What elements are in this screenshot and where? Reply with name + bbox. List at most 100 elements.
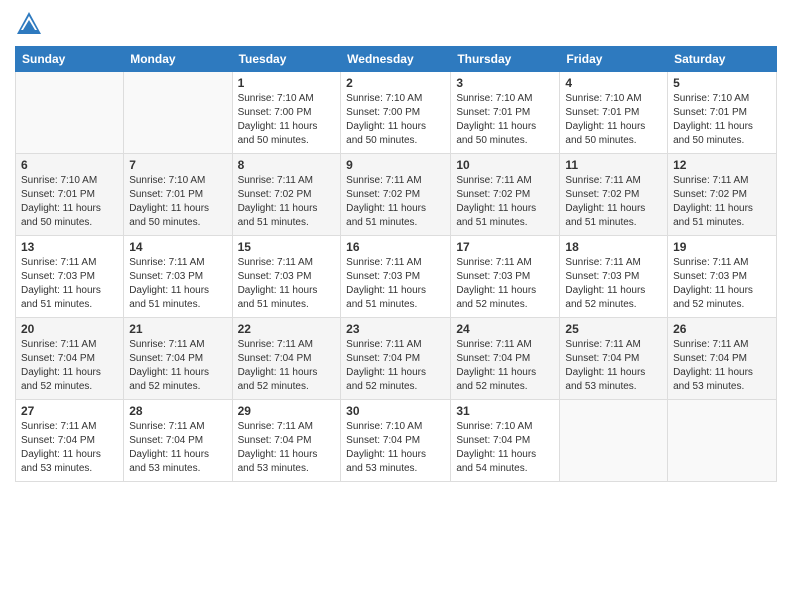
calendar-header-friday: Friday xyxy=(560,47,668,72)
day-info: Sunrise: 7:11 AMSunset: 7:02 PMDaylight:… xyxy=(673,174,771,230)
day-info: Sunrise: 7:10 AMSunset: 7:04 PMDaylight:… xyxy=(456,420,554,476)
day-number: 9 xyxy=(346,158,445,172)
calendar-cell: 2 Sunrise: 7:10 AMSunset: 7:00 PMDaylight… xyxy=(341,72,451,154)
day-number: 22 xyxy=(238,322,336,336)
day-number: 17 xyxy=(456,240,554,254)
calendar-week-row: 1 Sunrise: 7:10 AMSunset: 7:00 PMDaylight… xyxy=(16,72,777,154)
calendar-cell: 21 Sunrise: 7:11 AMSunset: 7:04 PMDayligh… xyxy=(124,318,232,400)
calendar-cell: 26 Sunrise: 7:11 AMSunset: 7:04 PMDayligh… xyxy=(668,318,777,400)
day-info: Sunrise: 7:10 AMSunset: 7:01 PMDaylight:… xyxy=(565,92,662,148)
day-info: Sunrise: 7:11 AMSunset: 7:04 PMDaylight:… xyxy=(673,338,771,394)
day-info: Sunrise: 7:11 AMSunset: 7:04 PMDaylight:… xyxy=(456,338,554,394)
calendar-cell: 12 Sunrise: 7:11 AMSunset: 7:02 PMDayligh… xyxy=(668,154,777,236)
calendar-cell: 14 Sunrise: 7:11 AMSunset: 7:03 PMDayligh… xyxy=(124,236,232,318)
day-info: Sunrise: 7:11 AMSunset: 7:04 PMDaylight:… xyxy=(129,420,226,476)
calendar-cell: 27 Sunrise: 7:11 AMSunset: 7:04 PMDayligh… xyxy=(16,400,124,482)
calendar-cell: 30 Sunrise: 7:10 AMSunset: 7:04 PMDayligh… xyxy=(341,400,451,482)
day-info: Sunrise: 7:10 AMSunset: 7:04 PMDaylight:… xyxy=(346,420,445,476)
calendar-cell: 29 Sunrise: 7:11 AMSunset: 7:04 PMDayligh… xyxy=(232,400,341,482)
day-info: Sunrise: 7:11 AMSunset: 7:03 PMDaylight:… xyxy=(565,256,662,312)
day-number: 29 xyxy=(238,404,336,418)
day-number: 12 xyxy=(673,158,771,172)
calendar-cell: 5 Sunrise: 7:10 AMSunset: 7:01 PMDaylight… xyxy=(668,72,777,154)
day-number: 13 xyxy=(21,240,118,254)
calendar-cell: 17Sunrise: 7:11 AMSunset: 7:03 PMDayligh… xyxy=(451,236,560,318)
calendar-cell: 28Sunrise: 7:11 AMSunset: 7:04 PMDayligh… xyxy=(124,400,232,482)
calendar-cell: 18 Sunrise: 7:11 AMSunset: 7:03 PMDayligh… xyxy=(560,236,668,318)
day-info: Sunrise: 7:11 AMSunset: 7:03 PMDaylight:… xyxy=(129,256,226,312)
calendar-cell: 9 Sunrise: 7:11 AMSunset: 7:02 PMDaylight… xyxy=(341,154,451,236)
day-info: Sunrise: 7:10 AMSunset: 7:01 PMDaylight:… xyxy=(21,174,118,230)
day-number: 2 xyxy=(346,76,445,90)
day-number: 31 xyxy=(456,404,554,418)
calendar-cell: 15 Sunrise: 7:11 AMSunset: 7:03 PMDayligh… xyxy=(232,236,341,318)
calendar-header-thursday: Thursday xyxy=(451,47,560,72)
day-info: Sunrise: 7:11 AMSunset: 7:04 PMDaylight:… xyxy=(565,338,662,394)
calendar-cell: 23Sunrise: 7:11 AMSunset: 7:04 PMDayligh… xyxy=(341,318,451,400)
calendar-cell: 4Sunrise: 7:10 AMSunset: 7:01 PMDaylight… xyxy=(560,72,668,154)
day-number: 20 xyxy=(21,322,118,336)
day-number: 5 xyxy=(673,76,771,90)
day-info: Sunrise: 7:10 AMSunset: 7:00 PMDaylight:… xyxy=(346,92,445,148)
calendar-week-row: 13 Sunrise: 7:11 AMSunset: 7:03 PMDayligh… xyxy=(16,236,777,318)
calendar-cell: 31 Sunrise: 7:10 AMSunset: 7:04 PMDayligh… xyxy=(451,400,560,482)
calendar-cell: 13 Sunrise: 7:11 AMSunset: 7:03 PMDayligh… xyxy=(16,236,124,318)
calendar-cell xyxy=(668,400,777,482)
day-info: Sunrise: 7:11 AMSunset: 7:03 PMDaylight:… xyxy=(238,256,336,312)
day-number: 14 xyxy=(129,240,226,254)
calendar-cell: 20 Sunrise: 7:11 AMSunset: 7:04 PMDayligh… xyxy=(16,318,124,400)
day-number: 10 xyxy=(456,158,554,172)
day-info: Sunrise: 7:10 AMSunset: 7:01 PMDaylight:… xyxy=(673,92,771,148)
day-number: 7 xyxy=(129,158,226,172)
calendar-cell: 1 Sunrise: 7:10 AMSunset: 7:00 PMDaylight… xyxy=(232,72,341,154)
day-number: 8 xyxy=(238,158,336,172)
day-info: Sunrise: 7:11 AMSunset: 7:03 PMDaylight:… xyxy=(673,256,771,312)
calendar-header-tuesday: Tuesday xyxy=(232,47,341,72)
calendar-week-row: 20 Sunrise: 7:11 AMSunset: 7:04 PMDayligh… xyxy=(16,318,777,400)
day-number: 27 xyxy=(21,404,118,418)
day-number: 15 xyxy=(238,240,336,254)
day-number: 16 xyxy=(346,240,445,254)
day-info: Sunrise: 7:11 AMSunset: 7:04 PMDaylight:… xyxy=(21,338,118,394)
calendar-header-row: SundayMondayTuesdayWednesdayThursdayFrid… xyxy=(16,47,777,72)
calendar-cell: 3 Sunrise: 7:10 AMSunset: 7:01 PMDaylight… xyxy=(451,72,560,154)
calendar-cell: 16 Sunrise: 7:11 AMSunset: 7:03 PMDayligh… xyxy=(341,236,451,318)
calendar-cell xyxy=(16,72,124,154)
calendar-cell: 24 Sunrise: 7:11 AMSunset: 7:04 PMDayligh… xyxy=(451,318,560,400)
day-info: Sunrise: 7:11 AMSunset: 7:03 PMDaylight:… xyxy=(346,256,445,312)
day-info: Sunrise: 7:11 AMSunset: 7:02 PMDaylight:… xyxy=(565,174,662,230)
day-info: Sunrise: 7:11 AMSunset: 7:02 PMDaylight:… xyxy=(346,174,445,230)
day-number: 25 xyxy=(565,322,662,336)
day-info: Sunrise: 7:10 AMSunset: 7:01 PMDaylight:… xyxy=(456,92,554,148)
day-info: Sunrise: 7:11 AMSunset: 7:02 PMDaylight:… xyxy=(456,174,554,230)
day-info: Sunrise: 7:10 AMSunset: 7:01 PMDaylight:… xyxy=(129,174,226,230)
day-info: Sunrise: 7:10 AMSunset: 7:00 PMDaylight:… xyxy=(238,92,336,148)
day-number: 19 xyxy=(673,240,771,254)
day-number: 21 xyxy=(129,322,226,336)
day-number: 23 xyxy=(346,322,445,336)
day-number: 11 xyxy=(565,158,662,172)
day-number: 18 xyxy=(565,240,662,254)
calendar-cell: 19 Sunrise: 7:11 AMSunset: 7:03 PMDayligh… xyxy=(668,236,777,318)
calendar-header-saturday: Saturday xyxy=(668,47,777,72)
calendar-cell: 11 Sunrise: 7:11 AMSunset: 7:02 PMDayligh… xyxy=(560,154,668,236)
calendar-cell: 8Sunrise: 7:11 AMSunset: 7:02 PMDaylight… xyxy=(232,154,341,236)
day-info: Sunrise: 7:11 AMSunset: 7:04 PMDaylight:… xyxy=(129,338,226,394)
day-info: Sunrise: 7:11 AMSunset: 7:04 PMDaylight:… xyxy=(238,420,336,476)
day-number: 1 xyxy=(238,76,336,90)
day-number: 3 xyxy=(456,76,554,90)
calendar-header-monday: Monday xyxy=(124,47,232,72)
day-number: 26 xyxy=(673,322,771,336)
calendar-header-wednesday: Wednesday xyxy=(341,47,451,72)
calendar-cell: 22 Sunrise: 7:11 AMSunset: 7:04 PMDayligh… xyxy=(232,318,341,400)
calendar-cell: 7 Sunrise: 7:10 AMSunset: 7:01 PMDaylight… xyxy=(124,154,232,236)
calendar-week-row: 27 Sunrise: 7:11 AMSunset: 7:04 PMDayligh… xyxy=(16,400,777,482)
day-number: 24 xyxy=(456,322,554,336)
day-number: 6 xyxy=(21,158,118,172)
page: SundayMondayTuesdayWednesdayThursdayFrid… xyxy=(0,0,792,612)
day-info: Sunrise: 7:11 AMSunset: 7:04 PMDaylight:… xyxy=(21,420,118,476)
day-info: Sunrise: 7:11 AMSunset: 7:03 PMDaylight:… xyxy=(21,256,118,312)
day-number: 30 xyxy=(346,404,445,418)
day-info: Sunrise: 7:11 AMSunset: 7:04 PMDaylight:… xyxy=(238,338,336,394)
calendar-cell: 25 Sunrise: 7:11 AMSunset: 7:04 PMDayligh… xyxy=(560,318,668,400)
